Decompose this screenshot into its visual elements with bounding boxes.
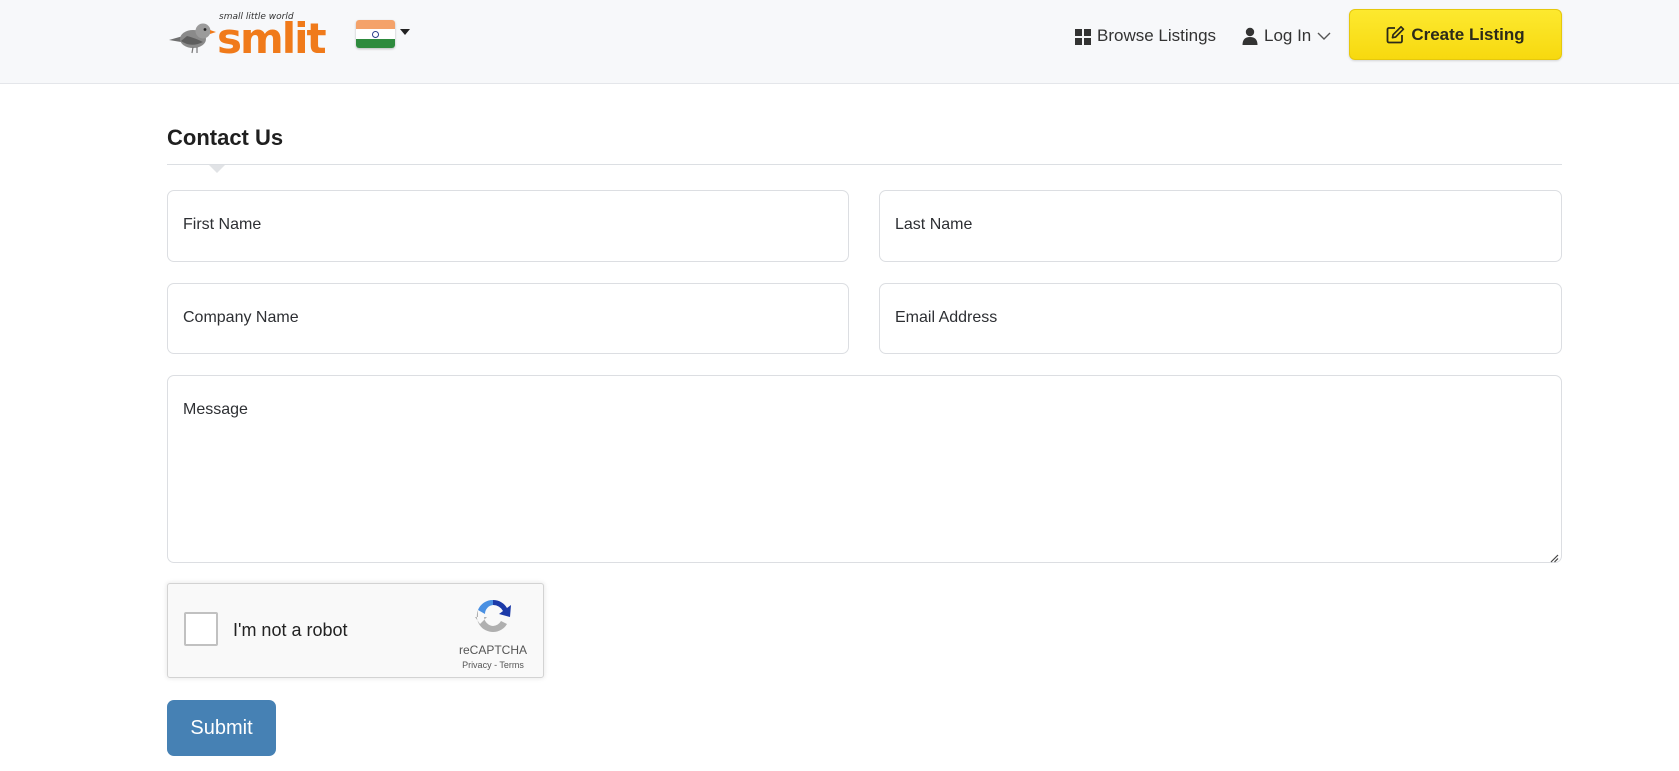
- email-field[interactable]: Email Address: [879, 283, 1562, 354]
- caret-down-icon: [400, 29, 410, 35]
- edit-icon: [1386, 25, 1405, 44]
- recaptcha-terms-link[interactable]: Terms: [499, 660, 524, 670]
- user-icon: [1241, 27, 1259, 45]
- first-name-placeholder: First Name: [183, 216, 262, 233]
- email-placeholder: Email Address: [895, 309, 998, 326]
- login-dropdown[interactable]: Log In: [1241, 23, 1331, 49]
- title-divider: [167, 164, 1562, 165]
- grid-icon: [1074, 27, 1092, 45]
- browse-listings-link[interactable]: Browse Listings: [1074, 23, 1216, 49]
- recaptcha-brand: reCAPTCHA: [458, 643, 527, 657]
- last-name-placeholder: Last Name: [895, 216, 973, 233]
- last-name-field[interactable]: Last Name: [879, 190, 1562, 262]
- recaptcha-links: Privacy - Terms: [445, 660, 541, 670]
- india-flag-icon: [356, 20, 395, 48]
- recaptcha-label: I'm not a robot: [233, 620, 348, 640]
- submit-button[interactable]: Submit: [167, 700, 276, 756]
- message-textarea[interactable]: Message: [167, 375, 1562, 563]
- bird-logo-icon: small little world smlit: [169, 12, 329, 63]
- site-logo[interactable]: small little world smlit: [167, 6, 333, 63]
- page-title: Contact Us: [167, 125, 284, 150]
- browse-listings-label: Browse Listings: [1097, 26, 1217, 45]
- create-listing-button[interactable]: Create Listing: [1349, 9, 1562, 60]
- login-label: Log In: [1264, 26, 1312, 45]
- divider-notch: [209, 165, 225, 173]
- message-placeholder: Message: [183, 401, 248, 418]
- resize-handle-icon[interactable]: [1549, 550, 1559, 563]
- company-name-placeholder: Company Name: [183, 309, 299, 326]
- recaptcha-widget: I'm not a robot reCAPTCHA Privacy - Term…: [167, 583, 544, 678]
- site-header: small little world smlit Browse Listings…: [0, 0, 1679, 84]
- logo-wordmark: smlit: [217, 14, 327, 58]
- recaptcha-checkbox[interactable]: [184, 612, 218, 646]
- chevron-down-icon: [1317, 29, 1331, 43]
- create-listing-label: Create Listing: [1411, 24, 1525, 44]
- company-name-field[interactable]: Company Name: [167, 283, 849, 354]
- first-name-field[interactable]: First Name: [167, 190, 849, 262]
- recaptcha-logo-icon: [473, 596, 513, 636]
- country-selector[interactable]: [356, 20, 412, 50]
- recaptcha-privacy-link[interactable]: Privacy: [462, 660, 492, 670]
